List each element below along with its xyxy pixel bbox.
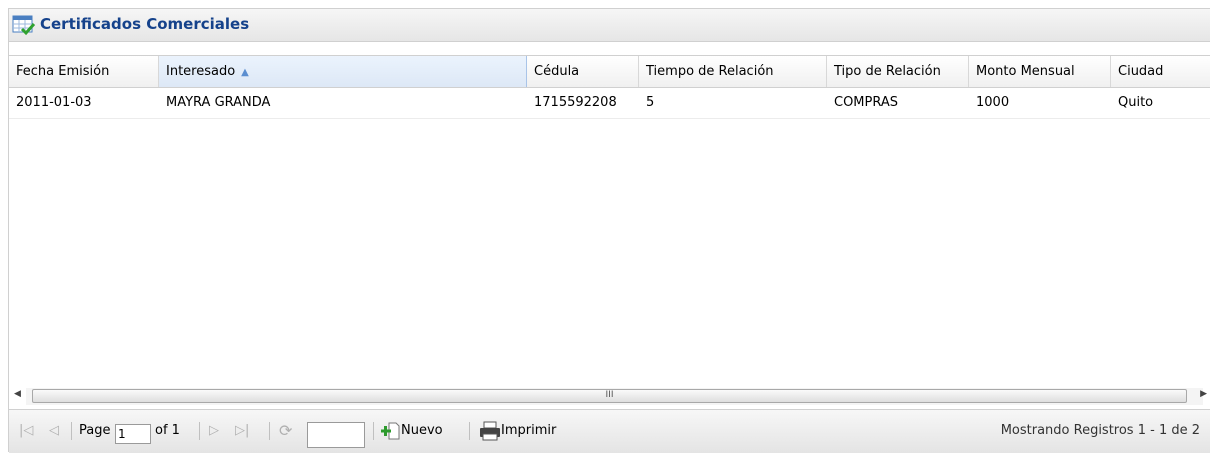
page-count-label: of 1 (155, 423, 180, 438)
scrollbar-thumb[interactable]: III (32, 389, 1187, 403)
toolbar-separator (373, 422, 374, 440)
add-document-icon (381, 422, 400, 439)
print-button[interactable]: Imprimir (479, 420, 556, 442)
table-row[interactable]: 2011-01-03 MAYRA GRANDA 1715592208 5 COM… (9, 88, 1210, 119)
previous-page-icon[interactable]: ◁ (49, 420, 59, 442)
horizontal-scrollbar[interactable]: ◀ III ▶ (14, 388, 1207, 405)
cell-fecha-emision: 2011-01-03 (16, 95, 92, 110)
column-header-tipo-relacion[interactable]: Tipo de Relación (827, 56, 969, 87)
column-header-cedula[interactable]: Cédula (527, 56, 639, 87)
next-page-icon[interactable]: ▷ (209, 420, 219, 442)
cell-monto-mensual: 1000 (976, 95, 1010, 110)
column-header-tiempo-relacion[interactable]: Tiempo de Relación (639, 56, 827, 87)
grid-header: Fecha Emisión Interesado ▲ Cédula Tiempo … (9, 55, 1210, 88)
last-page-icon[interactable]: ▷| (235, 420, 249, 442)
cell-tiempo-relacion: 5 (646, 95, 655, 110)
cell-tipo-relacion: COMPRAS (834, 95, 899, 110)
toolbar-separator (199, 422, 200, 440)
scroll-left-arrow-icon[interactable]: ◀ (14, 389, 21, 399)
panel-titlebar: Certificados Comerciales (9, 9, 1210, 42)
cell-cedula: 1715592208 (534, 95, 617, 110)
grid-panel: Certificados Comerciales Fecha Emisión I… (8, 8, 1210, 453)
column-header-interesado[interactable]: Interesado ▲ (159, 56, 527, 87)
toolbar-separator (71, 422, 72, 440)
column-header-monto-mensual[interactable]: Monto Mensual (969, 56, 1111, 87)
new-button[interactable]: Nuevo (381, 420, 443, 442)
toolbar-separator (269, 422, 270, 440)
grid-body: 2011-01-03 MAYRA GRANDA 1715592208 5 COM… (9, 88, 1210, 388)
page-number-input[interactable] (115, 424, 151, 444)
cell-interesado: MAYRA GRANDA (166, 95, 271, 110)
table-check-icon (12, 15, 36, 36)
page-label: Page (79, 423, 111, 438)
column-header-ciudad[interactable]: Ciudad (1111, 56, 1210, 87)
first-page-icon[interactable]: |◁ (19, 420, 33, 442)
records-status: Mostrando Registros 1 - 1 de 2 (1000, 423, 1200, 438)
toolbar-separator (469, 422, 470, 440)
column-header-fecha-emision[interactable]: Fecha Emisión (9, 56, 159, 87)
cell-ciudad: Quito (1118, 95, 1154, 110)
sort-ascending-icon: ▲ (241, 67, 249, 78)
search-input[interactable] (307, 422, 365, 448)
paging-toolbar: |◁ ◁ Page of 1 ▷ ▷| ⟳ Nuevo Imprimir (9, 409, 1210, 453)
refresh-icon[interactable]: ⟳ (279, 420, 292, 442)
scroll-right-arrow-icon[interactable]: ▶ (1200, 389, 1207, 399)
printer-icon (480, 421, 500, 440)
panel-title: Certificados Comerciales (40, 15, 250, 33)
